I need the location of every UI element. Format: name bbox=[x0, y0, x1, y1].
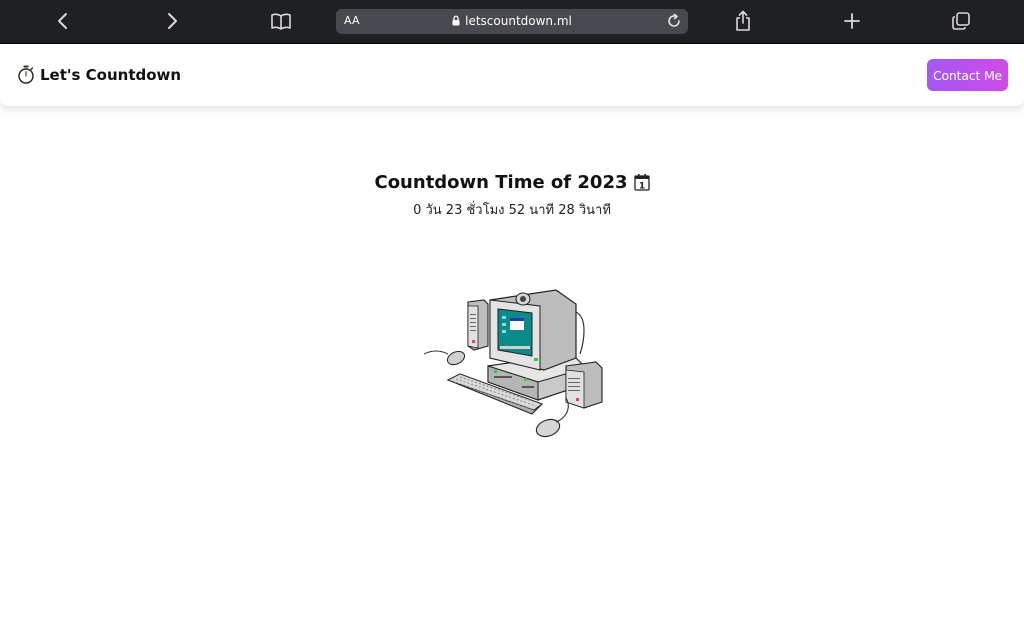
calendar-icon: 1 bbox=[633, 174, 650, 191]
countdown-text: 0 วัน 23 ชั่วโมง 52 นาที 28 วินาที bbox=[413, 203, 611, 218]
brand-link[interactable]: Let's Countdown bbox=[17, 65, 181, 84]
stopwatch-icon bbox=[18, 65, 34, 84]
site-header: Let's Countdown Contact Me bbox=[0, 44, 1024, 106]
tabs-icon bbox=[952, 12, 970, 30]
calendar-digit: 1 bbox=[638, 181, 644, 191]
forward-button[interactable] bbox=[157, 6, 187, 36]
countdown-heading: Countdown Time of 2023 1 bbox=[0, 172, 1024, 193]
back-icon bbox=[58, 13, 67, 29]
url-text: letscountdown.ml bbox=[465, 14, 572, 28]
reload-icon[interactable] bbox=[666, 13, 682, 29]
contact-button[interactable]: Contact Me bbox=[927, 59, 1008, 91]
computer-icon bbox=[423, 289, 603, 438]
address-bar[interactable]: AA letscountdown.ml bbox=[336, 9, 688, 34]
page-title: Countdown Time of 2023 bbox=[374, 172, 628, 193]
brand-title: Let's Countdown bbox=[40, 65, 182, 84]
lock-icon bbox=[452, 15, 460, 26]
new-tab-button[interactable] bbox=[837, 6, 867, 36]
share-button[interactable] bbox=[728, 6, 758, 36]
bookmarks-button[interactable] bbox=[266, 6, 296, 36]
new-tab-icon bbox=[844, 13, 860, 29]
back-button[interactable] bbox=[48, 6, 78, 36]
browser-toolbar: AA letscountdown.ml bbox=[0, 0, 1024, 44]
forward-icon bbox=[168, 13, 177, 29]
share-icon bbox=[736, 10, 750, 31]
url-display[interactable]: letscountdown.ml bbox=[336, 14, 688, 28]
tabs-button[interactable] bbox=[946, 6, 976, 36]
bookmarks-icon bbox=[271, 13, 291, 30]
